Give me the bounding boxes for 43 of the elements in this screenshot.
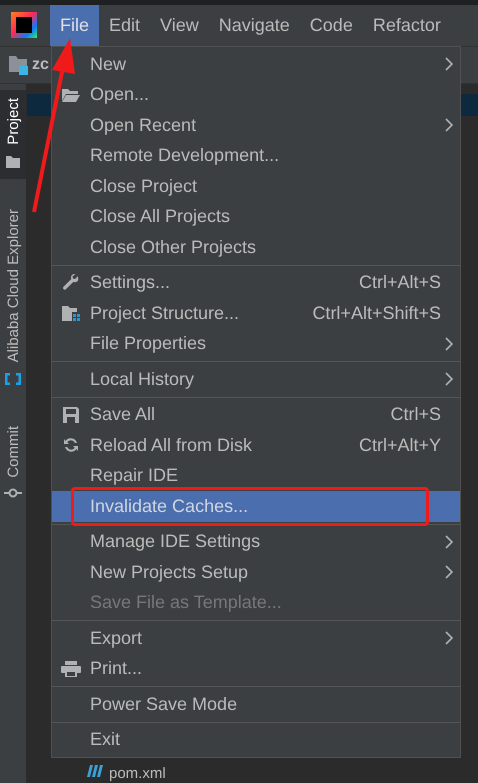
folder-icon xyxy=(5,154,21,169)
menu-item[interactable]: Manage IDE Settings xyxy=(52,526,460,557)
menu-item[interactable]: Exit xyxy=(52,724,460,755)
commit-icon xyxy=(4,488,22,498)
menu-item[interactable]: Repair IDE xyxy=(52,460,460,491)
menu-item[interactable]: Export xyxy=(52,623,460,654)
project-name: zc xyxy=(32,56,49,74)
app-logo-icon[interactable] xyxy=(11,12,37,38)
menu-item[interactable]: Remote Development... xyxy=(52,140,460,171)
printer-icon xyxy=(60,660,82,678)
menu-item[interactable]: New Projects Setup xyxy=(52,557,460,588)
menu-item[interactable]: Close All Projects xyxy=(52,202,460,232)
project-folder-icon xyxy=(8,55,30,75)
menu-item[interactable]: Close Other Projects xyxy=(52,232,460,262)
folder-grid-icon xyxy=(61,304,81,322)
menu-item[interactable]: Open Recent xyxy=(52,110,460,140)
folder-icon xyxy=(61,86,81,103)
menu-item[interactable]: Project Structure... Ctrl+Alt+Shift+S xyxy=(52,298,460,328)
menu-item[interactable]: New xyxy=(52,49,460,80)
menu-item[interactable]: Navigate xyxy=(208,5,300,46)
tool-window-tab[interactable]: Commit xyxy=(0,418,26,508)
menu-item[interactable]: Reload All from Disk Ctrl+Alt+Y xyxy=(52,430,460,460)
menu-item[interactable]: Refactor xyxy=(362,5,451,46)
menu-item[interactable]: Close Project xyxy=(52,171,460,202)
wrench-icon xyxy=(62,274,80,292)
maven-icon xyxy=(87,765,103,777)
menu-item[interactable]: Edit xyxy=(99,5,150,46)
tool-window-tab[interactable]: Alibaba Cloud Explorer xyxy=(0,200,26,396)
menu-item[interactable]: Settings... Ctrl+Alt+S xyxy=(52,268,460,298)
menu-item[interactable]: Code xyxy=(300,5,363,46)
menu-item[interactable]: Save All Ctrl+S xyxy=(52,400,460,430)
menu-item[interactable]: Local History xyxy=(52,364,460,394)
save-icon xyxy=(62,406,80,424)
tool-window-tab[interactable]: Project xyxy=(0,90,26,179)
menu-item[interactable]: View xyxy=(150,5,209,46)
brackets-icon xyxy=(4,372,22,386)
menu-item[interactable]: Open... xyxy=(52,80,460,110)
menu-item[interactable]: Power Save Mode xyxy=(52,689,460,720)
menu-item[interactable]: Print... xyxy=(52,654,460,684)
menu-item[interactable]: File xyxy=(50,5,100,46)
menu-item[interactable]: File Properties xyxy=(52,328,460,359)
file-name[interactable]: pom.xml xyxy=(109,765,166,782)
reload-icon xyxy=(62,436,80,454)
